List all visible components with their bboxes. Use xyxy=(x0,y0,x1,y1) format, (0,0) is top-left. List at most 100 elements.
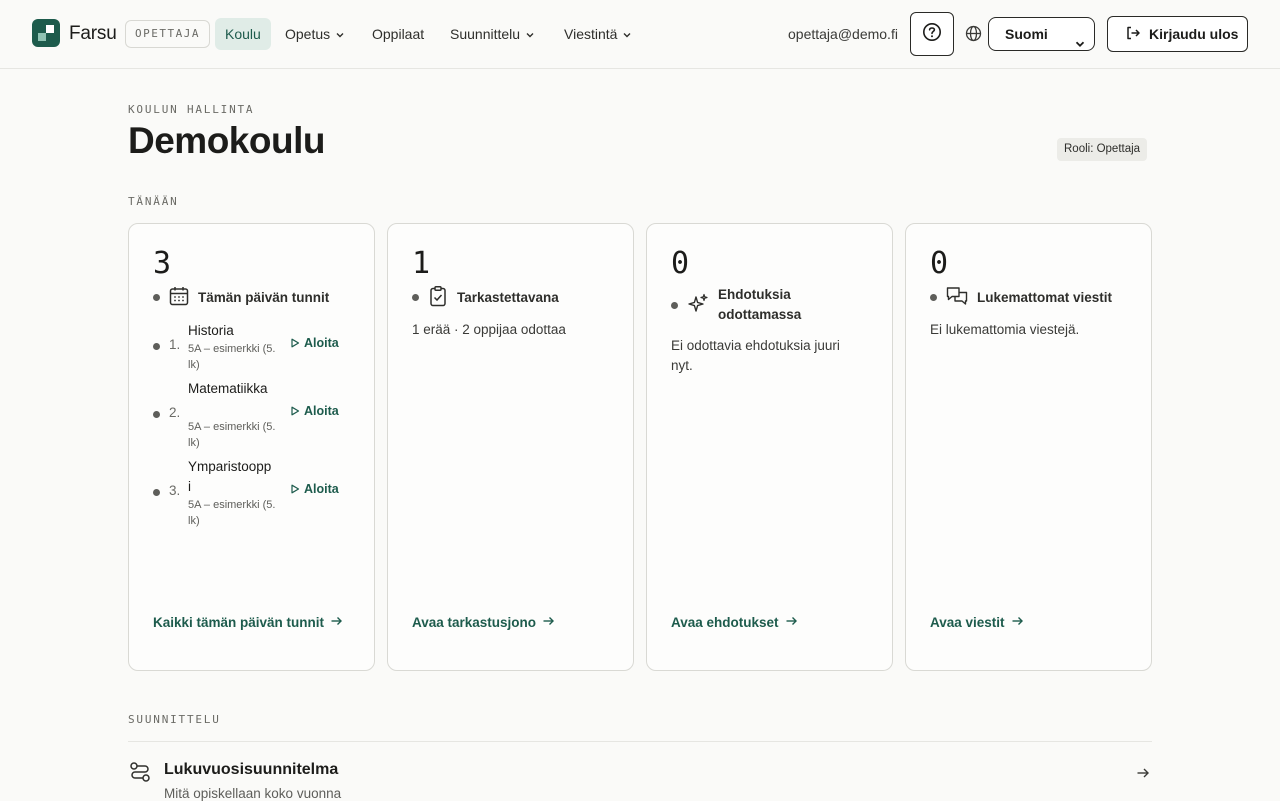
arrow-right-icon xyxy=(542,615,555,630)
start-lesson-label: Aloita xyxy=(304,482,339,496)
card-title: Tarkastettavana xyxy=(457,290,559,305)
suggestions-count: 0 xyxy=(671,246,690,281)
unread-messages-card: 0 Lukemattomat viestit Ei lukemattomia v… xyxy=(905,223,1152,671)
year-plan-title: Lukuvuosisuunnitelma xyxy=(164,761,339,778)
top-navigation-bar: Farsu OPETTAJA Koulu Opetus Oppilaat Suu… xyxy=(0,0,1280,69)
farsu-logo-icon[interactable] xyxy=(32,19,60,47)
start-lesson-label: Aloita xyxy=(304,404,339,418)
open-review-queue-link[interactable]: Avaa tarkastusjono xyxy=(412,615,555,630)
chevron-down-icon xyxy=(335,19,345,51)
lesson-meta: 5A – esimerkki (5. lk) xyxy=(188,421,276,449)
today-lessons-card: 3 Tämän päivän tunnit 1. Historia 5A – e… xyxy=(128,223,375,671)
arrow-right-icon xyxy=(1136,766,1150,785)
nav-item-opetus[interactable]: Opetus xyxy=(275,18,355,50)
play-icon xyxy=(291,406,300,416)
lesson-name: Ymparistooppi xyxy=(188,459,272,494)
card-title: Ehdotuksia odottamassa xyxy=(718,287,802,322)
card-heading: Lukemattomat viestit xyxy=(930,285,1112,310)
open-messages-link[interactable]: Avaa viestit xyxy=(930,615,1024,630)
lessons-count: 3 xyxy=(153,246,172,281)
calendar-icon xyxy=(168,285,190,310)
nav-item-oppilaat[interactable]: Oppilaat xyxy=(362,18,434,50)
bullet-dot xyxy=(153,489,160,496)
link-label: Kaikki tämän päivän tunnit xyxy=(153,615,325,630)
lesson-number: 2. xyxy=(169,405,181,420)
lesson-meta: 5A – esimerkki (5. lk) xyxy=(188,343,276,371)
link-label: Avaa viestit xyxy=(930,615,1005,630)
clipboard-check-icon xyxy=(427,285,449,310)
lesson-number: 1. xyxy=(169,337,181,352)
chat-bubbles-icon xyxy=(945,285,969,310)
sparkles-icon xyxy=(686,292,710,319)
nav-item-label: Koulu xyxy=(225,26,261,42)
role-pill: OPETTAJA xyxy=(125,20,210,48)
arrow-right-icon xyxy=(1011,615,1024,630)
today-section-label: TÄNÄÄN xyxy=(128,195,179,208)
lesson-meta: 5A – esimerkki (5. lk) xyxy=(188,499,276,527)
route-icon xyxy=(128,760,152,789)
nav-item-label: Suunnittelu xyxy=(450,26,521,42)
logout-button[interactable]: Kirjaudu ulos xyxy=(1107,16,1248,52)
page-title: Demokoulu xyxy=(128,120,325,161)
nav-item-viestinta[interactable]: Viestintä xyxy=(554,18,642,50)
lesson-name: Historia xyxy=(188,323,234,338)
chevron-down-icon xyxy=(1074,29,1086,61)
start-lesson-button[interactable]: Aloita xyxy=(290,404,339,418)
bullet-dot xyxy=(153,411,160,418)
arrow-right-icon xyxy=(330,615,343,630)
suggestions-card: 0 Ehdotuksia odottamassa Ei odottavia eh… xyxy=(646,223,893,671)
page-eyebrow: KOULUN HALLINTA xyxy=(128,103,255,116)
question-circle-icon xyxy=(922,22,942,47)
card-body-text: 1 erää · 2 oppijaa odottaa xyxy=(412,322,566,337)
lesson-item: 1. Historia 5A – esimerkki (5. lk) Aloit… xyxy=(153,321,353,373)
nav-item-label: Opetus xyxy=(285,26,331,42)
bullet-dot xyxy=(153,343,160,350)
year-plan-subtitle: Mitä opiskellaan koko vuonna xyxy=(164,786,342,801)
brand-name[interactable]: Farsu xyxy=(69,23,117,45)
play-icon xyxy=(291,484,300,494)
logout-label: Kirjaudu ulos xyxy=(1149,26,1239,42)
start-lesson-label: Aloita xyxy=(304,336,339,350)
user-email: opettaja@demo.fi xyxy=(788,26,898,42)
lesson-name: Matematiikka xyxy=(188,381,268,396)
section-divider xyxy=(128,741,1152,742)
card-body-text: Ei odottavia ehdotuksia juuri nyt. xyxy=(671,338,840,373)
card-title: Tämän päivän tunnit xyxy=(198,290,330,305)
language-select-value: Suomi xyxy=(1005,26,1048,42)
bullet-dot xyxy=(412,294,419,301)
lesson-item: 3. Ymparistooppi 5A – esimerkki (5. lk) … xyxy=(153,457,353,529)
play-icon xyxy=(291,338,300,348)
card-title: Lukemattomat viestit xyxy=(977,290,1113,305)
globe-icon xyxy=(965,25,982,47)
nav-item-koulu[interactable]: Koulu xyxy=(215,18,271,50)
review-count: 1 xyxy=(412,246,431,281)
nav-item-label: Oppilaat xyxy=(372,26,425,42)
messages-count: 0 xyxy=(930,246,949,281)
chevron-down-icon xyxy=(525,19,535,51)
help-button[interactable] xyxy=(910,12,954,56)
planning-section-label: SUUNNITTELU xyxy=(128,713,221,726)
all-lessons-link[interactable]: Kaikki tämän päivän tunnit xyxy=(153,615,343,630)
language-select[interactable]: Suomi xyxy=(988,17,1095,51)
card-heading: Tämän päivän tunnit xyxy=(153,285,329,310)
card-heading: Ehdotuksia odottamassa xyxy=(671,285,818,325)
open-suggestions-link[interactable]: Avaa ehdotukset xyxy=(671,615,798,630)
bullet-dot xyxy=(930,294,937,301)
arrow-right-icon xyxy=(785,615,798,630)
lesson-number: 3. xyxy=(169,483,181,498)
nav-item-suunnittelu[interactable]: Suunnittelu xyxy=(440,18,545,50)
logout-icon xyxy=(1125,25,1141,44)
review-queue-card: 1 Tarkastettavana 1 erää · 2 oppijaa odo… xyxy=(387,223,634,671)
start-lesson-button[interactable]: Aloita xyxy=(290,336,339,350)
nav-item-label: Viestintä xyxy=(564,26,618,42)
link-label: Avaa tarkastusjono xyxy=(412,615,537,630)
card-body-text: Ei lukemattomia viestejä. xyxy=(930,322,1080,337)
role-badge: Rooli: Opettaja xyxy=(1057,138,1148,161)
start-lesson-button[interactable]: Aloita xyxy=(290,482,339,496)
bullet-dot xyxy=(671,301,678,309)
bullet-dot xyxy=(153,294,160,301)
chevron-down-icon xyxy=(622,19,632,51)
card-heading: Tarkastettavana xyxy=(412,285,559,310)
lesson-item: 2. Matematiikka 5A – esimerkki (5. lk) A… xyxy=(153,379,353,451)
link-label: Avaa ehdotukset xyxy=(671,615,779,630)
